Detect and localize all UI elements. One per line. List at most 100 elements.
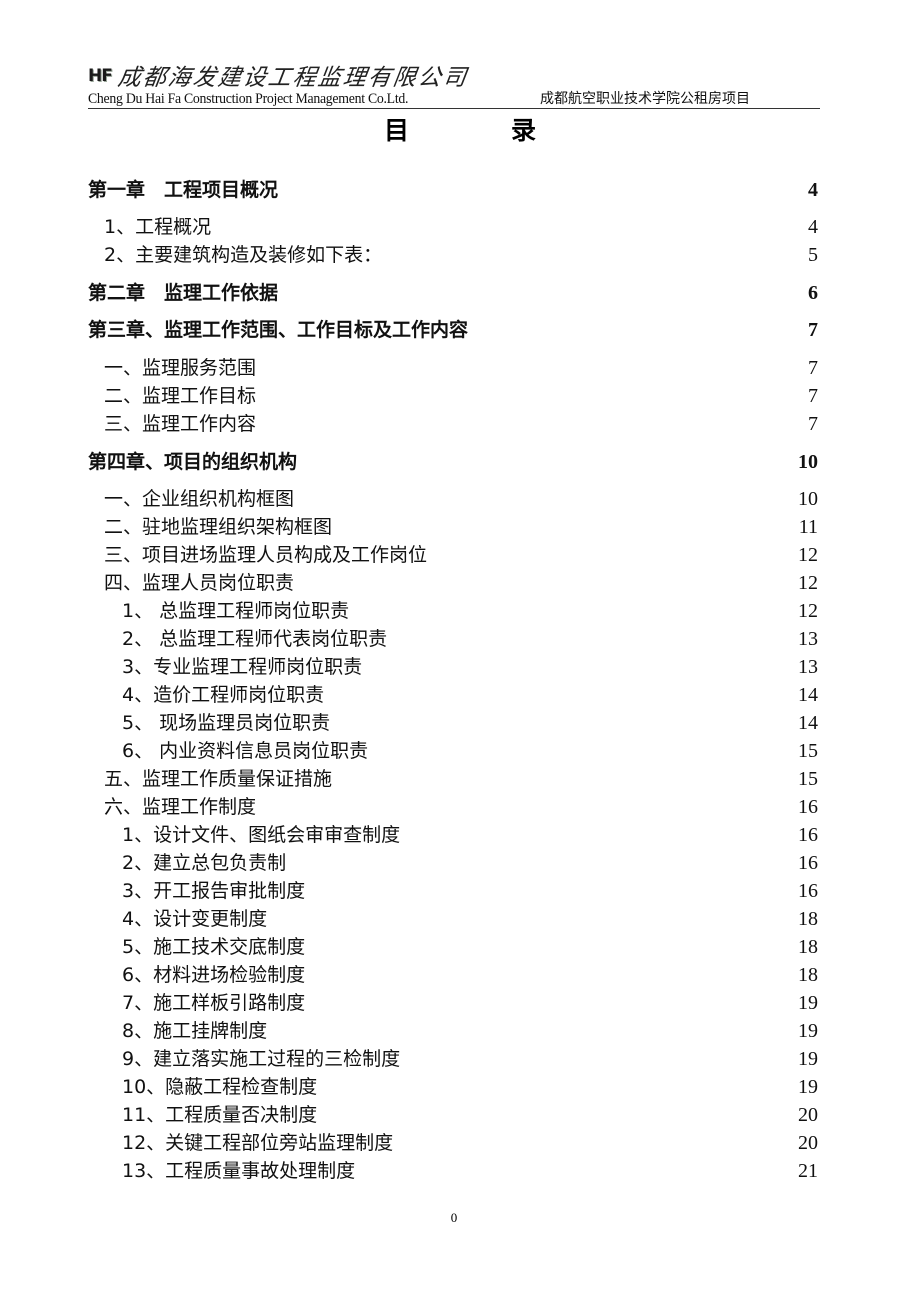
toc-entry[interactable]: 1、工程概况 4 <box>88 214 818 240</box>
toc-entry[interactable]: 二、驻地监理组织架构框图 11 <box>88 514 818 540</box>
toc-entry-page: 7 <box>808 385 818 407</box>
toc-entry-page: 20 <box>798 1132 818 1154</box>
toc-entry-page: 13 <box>798 628 818 650</box>
toc-entry[interactable]: 6、材料进场检验制度 18 <box>88 962 818 988</box>
toc-entry[interactable]: 三、项目进场监理人员构成及工作岗位 12 <box>88 542 818 568</box>
toc-entry-page: 19 <box>798 1048 818 1070</box>
toc-entry[interactable]: 5、施工技术交底制度 18 <box>88 934 818 960</box>
toc-entry-page: 4 <box>808 216 818 238</box>
toc-entry[interactable]: 2、建立总包负责制 16 <box>88 850 818 876</box>
toc-entry-page: 11 <box>798 516 818 538</box>
toc-entry-page: 19 <box>798 1076 818 1098</box>
toc-entry-label: 六、监理工作制度 <box>104 796 257 818</box>
toc-entry-page: 19 <box>798 1020 818 1042</box>
toc-entry[interactable]: 5、 现场监理员岗位职责 14 <box>88 710 818 736</box>
toc-entry-label: 五、监理工作质量保证措施 <box>104 768 333 790</box>
toc-entry-page: 20 <box>798 1104 818 1126</box>
toc-entry-label: 11、工程质量否决制度 <box>122 1104 318 1126</box>
toc-entry-label: 一、监理服务范围 <box>104 357 257 379</box>
toc-entry-page: 12 <box>798 572 818 594</box>
toc-entry[interactable]: 3、开工报告审批制度 16 <box>88 878 818 904</box>
toc-entry[interactable]: 六、监理工作制度 16 <box>88 794 818 820</box>
toc-entry[interactable]: 四、监理人员岗位职责 12 <box>88 570 818 596</box>
toc-entry-page: 7 <box>808 357 818 379</box>
toc-title: 目录 <box>0 114 920 148</box>
toc-entry[interactable]: 1、设计文件、图纸会审审查制度 16 <box>88 822 818 848</box>
toc-entry[interactable]: 6、 内业资料信息员岗位职责 15 <box>88 738 818 764</box>
toc-chapter-entry[interactable]: 第四章、项目的组织机构 10 <box>88 449 818 475</box>
toc-entry-label: 四、监理人员岗位职责 <box>104 572 295 594</box>
toc-entry[interactable]: 三、监理工作内容 7 <box>88 411 818 437</box>
toc-entry-page: 14 <box>798 684 818 706</box>
toc-entry[interactable]: 一、监理服务范围 7 <box>88 355 818 381</box>
toc-entry[interactable]: 11、工程质量否决制度 20 <box>88 1102 818 1128</box>
toc-entry-label: 3、专业监理工程师岗位职责 <box>122 656 363 678</box>
toc-entry-label: 三、监理工作内容 <box>104 413 257 435</box>
toc-entry-page: 12 <box>798 544 818 566</box>
toc-entry-label: 第二章 监理工作依据 <box>88 282 279 304</box>
toc-entry-page: 15 <box>798 740 818 762</box>
toc-entry-page: 6 <box>808 282 818 304</box>
toc-entry-page: 14 <box>798 712 818 734</box>
toc-entry[interactable]: 4、设计变更制度 18 <box>88 906 818 932</box>
toc-entry-label: 2、建立总包负责制 <box>122 852 287 874</box>
toc-chapter-entry[interactable]: 第一章 工程项目概况 4 <box>88 177 818 203</box>
toc-entry-label: 二、驻地监理组织架构框图 <box>104 516 333 538</box>
toc-entry-page: 7 <box>808 319 818 341</box>
toc-entry[interactable]: 10、隐蔽工程检查制度 19 <box>88 1074 818 1100</box>
toc-entry-label: 1、设计文件、图纸会审审查制度 <box>122 824 401 846</box>
toc-entry-label: 1、 总监理工程师岗位职责 <box>122 600 350 622</box>
page-header: HF 成都海发建设工程监理有限公司 Cheng Du Hai Fa Constr… <box>88 60 820 109</box>
toc-entry-label: 9、建立落实施工过程的三检制度 <box>122 1048 401 1070</box>
company-name-en: Cheng Du Hai Fa Construction Project Man… <box>88 91 409 107</box>
toc-entry-label: 二、监理工作目标 <box>104 385 257 407</box>
toc-entry-label: 第一章 工程项目概况 <box>88 179 279 201</box>
toc-entry-label: 1、工程概况 <box>104 216 212 238</box>
toc-entry-label: 第四章、项目的组织机构 <box>88 451 298 473</box>
toc-entry-label: 一、企业组织机构框图 <box>104 488 295 510</box>
company-logo-icon: HF <box>88 66 113 86</box>
toc-entry-label: 5、 现场监理员岗位职责 <box>122 712 331 734</box>
toc-entry[interactable]: 五、监理工作质量保证措施 15 <box>88 766 818 792</box>
toc-title-right: 录 <box>511 116 537 145</box>
header-rule: Cheng Du Hai Fa Construction Project Man… <box>88 90 820 109</box>
toc-entry-label: 12、关键工程部位旁站监理制度 <box>122 1132 394 1154</box>
page-number: 0 <box>450 1210 458 1225</box>
toc-entry[interactable]: 9、建立落实施工过程的三检制度 19 <box>88 1046 818 1072</box>
toc-entry[interactable]: 13、工程质量事故处理制度 21 <box>88 1158 818 1184</box>
toc-entry-page: 16 <box>798 880 818 902</box>
toc-entry[interactable]: 二、监理工作目标 7 <box>88 383 818 409</box>
toc-entry-label: 10、隐蔽工程检查制度 <box>122 1076 318 1098</box>
company-name-cn: 成都海发建设工程监理有限公司 <box>116 65 470 91</box>
toc-entry-page: 10 <box>798 488 818 510</box>
toc-entry-label: 4、设计变更制度 <box>122 908 268 930</box>
toc-title-left: 目 <box>383 116 409 145</box>
toc-entry[interactable]: 8、施工挂牌制度 19 <box>88 1018 818 1044</box>
toc-entry-page: 18 <box>798 964 818 986</box>
toc-entry-label: 3、开工报告审批制度 <box>122 880 306 902</box>
toc-entry-label: 三、项目进场监理人员构成及工作岗位 <box>104 544 428 566</box>
toc-entry[interactable]: 2、主要建筑构造及装修如下表： 5 <box>88 242 818 268</box>
toc-entry-page: 15 <box>798 768 818 790</box>
toc-entry-label: 5、施工技术交底制度 <box>122 936 306 958</box>
toc-entry-page: 18 <box>798 908 818 930</box>
toc-entry[interactable]: 2、 总监理工程师代表岗位职责 13 <box>88 626 818 652</box>
toc-entry[interactable]: 1、 总监理工程师岗位职责 12 <box>88 598 818 624</box>
toc-entry-label: 4、造价工程师岗位职责 <box>122 684 325 706</box>
toc-entry[interactable]: 一、企业组织机构框图 10 <box>88 486 818 512</box>
toc-entry-label: 6、 内业资料信息员岗位职责 <box>122 740 369 762</box>
company-logo-row: HF 成都海发建设工程监理有限公司 <box>88 60 470 92</box>
toc-entry-label: 8、施工挂牌制度 <box>122 1020 268 1042</box>
toc-entry[interactable]: 12、关键工程部位旁站监理制度 20 <box>88 1130 818 1156</box>
toc-entry[interactable]: 7、施工样板引路制度 19 <box>88 990 818 1016</box>
toc-entry-page: 19 <box>798 992 818 1014</box>
toc-entry-label: 6、材料进场检验制度 <box>122 964 306 986</box>
toc-chapter-entry[interactable]: 第三章、监理工作范围、工作目标及工作内容 7 <box>88 317 818 343</box>
toc-entry[interactable]: 3、专业监理工程师岗位职责 13 <box>88 654 818 680</box>
toc-entry-label: 13、工程质量事故处理制度 <box>122 1160 356 1182</box>
toc-chapter-entry[interactable]: 第二章 监理工作依据 6 <box>88 280 818 306</box>
toc-entry-page: 16 <box>798 796 818 818</box>
toc-entry-label: 第三章、监理工作范围、工作目标及工作内容 <box>88 319 469 341</box>
toc-entry-page: 16 <box>798 852 818 874</box>
toc-entry[interactable]: 4、造价工程师岗位职责 14 <box>88 682 818 708</box>
